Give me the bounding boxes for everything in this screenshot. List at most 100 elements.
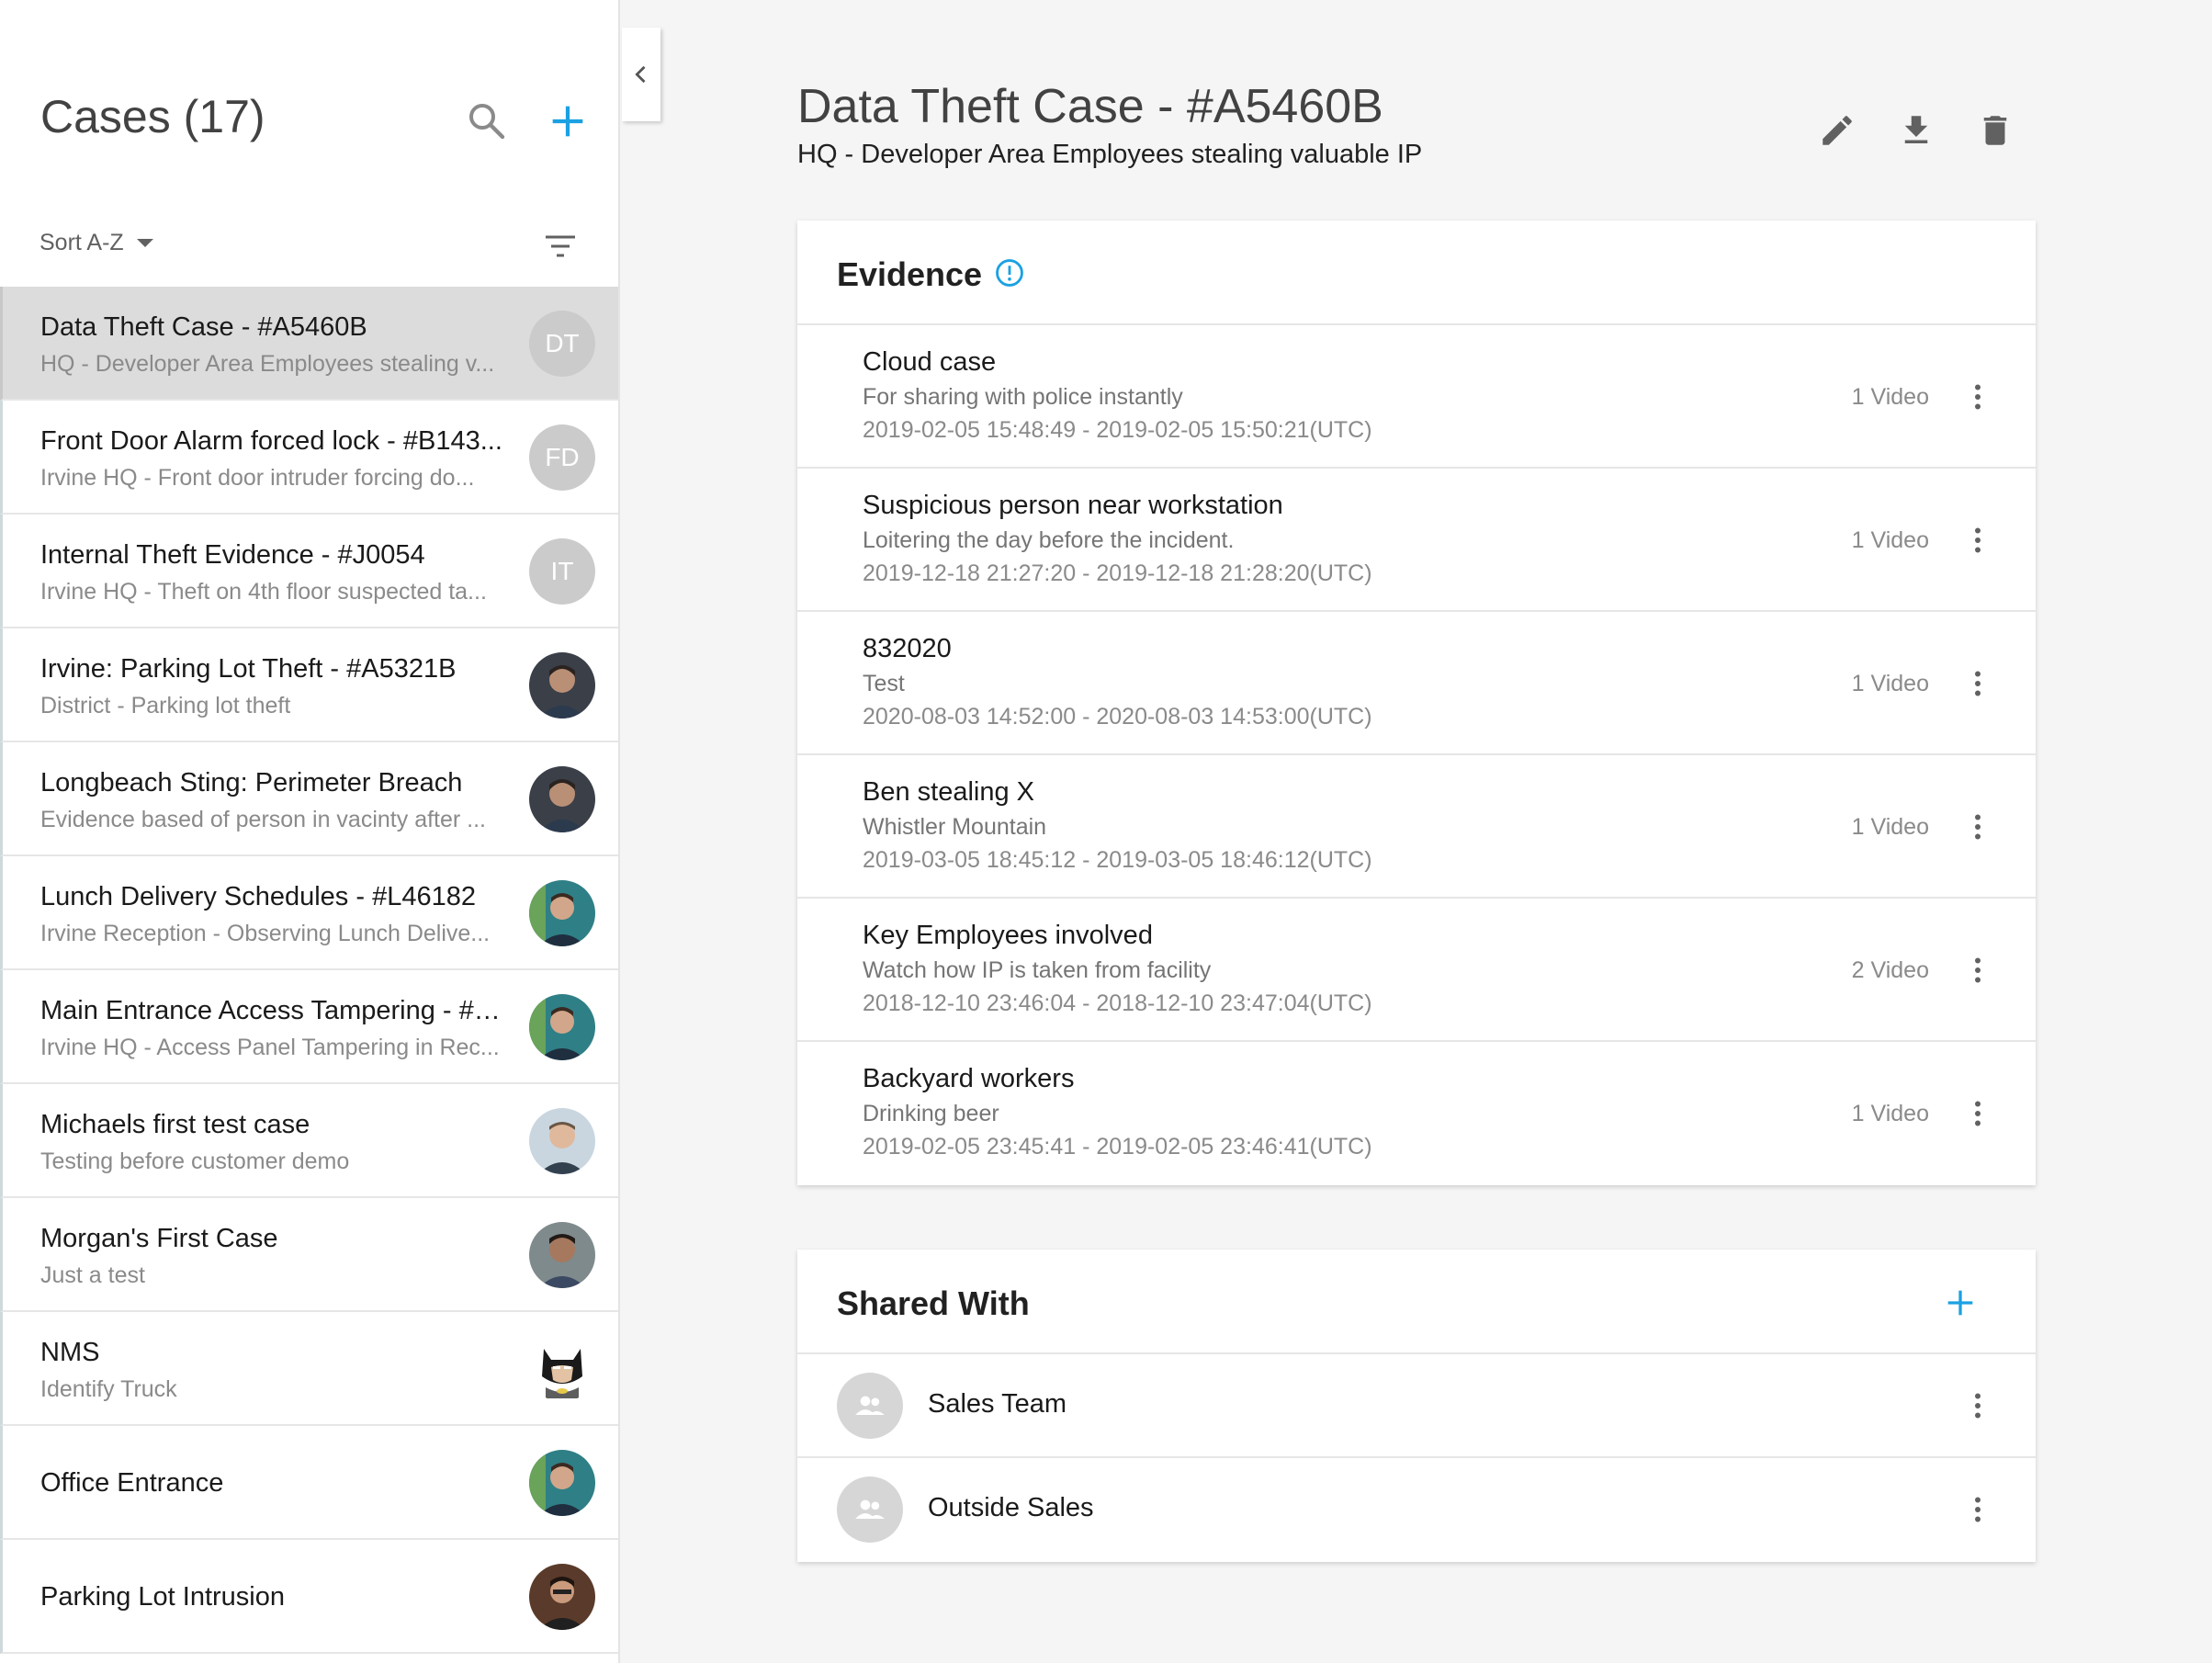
case-title: Michaels first test case: [40, 1110, 310, 1139]
shared-with-card: Shared With Sales Team Outside Sales: [797, 1250, 2036, 1562]
shared-group-item[interactable]: Outside Sales: [797, 1458, 2036, 1562]
evidence-timerange: 2019-03-05 18:45:12 - 2019-03-05 18:46:1…: [863, 847, 1372, 873]
evidence-timerange: 2019-12-18 21:27:20 - 2019-12-18 21:28:2…: [863, 560, 1372, 586]
case-item[interactable]: Office Entrance: [0, 1426, 618, 1540]
cases-title: Cases (17): [40, 91, 265, 142]
case-item[interactable]: Lunch Delivery Schedules - #L46182 Irvin…: [0, 856, 618, 970]
evidence-item[interactable]: Ben stealing X Whistler Mountain 2019-03…: [797, 755, 2036, 899]
avatar: FD: [529, 424, 595, 491]
batman-icon: [542, 1349, 582, 1398]
case-item[interactable]: Morgan's First Case Just a test: [0, 1198, 618, 1312]
avatar: [529, 652, 595, 718]
evidence-video-count: 1 Video: [1851, 527, 1929, 553]
evidence-title: Backyard workers: [863, 1064, 1075, 1093]
add-case-button[interactable]: [542, 96, 593, 147]
edit-button[interactable]: [1815, 108, 1859, 153]
group-icon: [837, 1476, 903, 1543]
more-options-button[interactable]: [1959, 522, 1996, 559]
case-item[interactable]: Data Theft Case - #A5460B HQ - Developer…: [0, 287, 618, 401]
evidence-title: 832020: [863, 634, 952, 663]
more-options-button[interactable]: [1959, 1491, 1996, 1528]
search-button[interactable]: [465, 99, 509, 143]
evidence-timerange: 2019-02-05 23:45:41 - 2019-02-05 23:46:4…: [863, 1134, 1372, 1160]
avatar: [529, 994, 595, 1060]
case-item[interactable]: Longbeach Sting: Perimeter Breach Eviden…: [0, 742, 618, 856]
more-vert-icon: [1975, 384, 1981, 410]
case-subtitle: Identify Truck: [40, 1376, 177, 1402]
evidence-item[interactable]: Key Employees involved Watch how IP is t…: [797, 899, 2036, 1042]
evidence-description: Watch how IP is taken from facility: [863, 957, 1212, 983]
more-options-button[interactable]: [1959, 1387, 1996, 1424]
add-share-button[interactable]: [1942, 1284, 1979, 1321]
cases-sidebar: Cases (17) Sort A-Z Data Theft Case - #A…: [0, 0, 620, 1663]
more-options-button[interactable]: [1959, 379, 1996, 415]
case-subtitle: Just a test: [40, 1262, 145, 1288]
case-title: Main Entrance Access Tampering - #A...: [40, 996, 509, 1025]
more-options-button[interactable]: [1959, 809, 1996, 845]
collapse-sidebar-button[interactable]: [622, 28, 660, 121]
filter-icon: [546, 235, 575, 257]
filter-button[interactable]: [542, 232, 579, 261]
evidence-description: Drinking beer: [863, 1101, 999, 1126]
delete-button[interactable]: [1973, 108, 2017, 153]
trash-icon: [1983, 116, 2007, 145]
more-options-button[interactable]: [1959, 665, 1996, 702]
case-title: Lunch Delivery Schedules - #L46182: [40, 882, 476, 911]
evidence-video-count: 1 Video: [1851, 671, 1929, 696]
case-subtitle: District - Parking lot theft: [40, 693, 291, 718]
avatar: [529, 1336, 595, 1402]
download-icon: [1904, 116, 1928, 143]
case-item[interactable]: Parking Lot Intrusion: [0, 1540, 618, 1654]
more-options-button[interactable]: [1959, 1095, 1996, 1132]
evidence-item[interactable]: Backyard workers Drinking beer 2019-02-0…: [797, 1042, 2036, 1185]
evidence-title: Ben stealing X: [863, 777, 1035, 807]
case-item[interactable]: NMS Identify Truck: [0, 1312, 618, 1426]
case-subtitle: Evidence based of person in vacinty afte…: [40, 807, 486, 832]
evidence-card: Evidence Cloud case For sharing with pol…: [797, 221, 2036, 1185]
case-list: Data Theft Case - #A5460B HQ - Developer…: [0, 287, 618, 1654]
case-item[interactable]: Front Door Alarm forced lock - #B143... …: [0, 401, 618, 515]
shared-group-name: Outside Sales: [928, 1493, 1094, 1522]
avatar: IT: [529, 538, 595, 605]
evidence-description: Test: [863, 671, 905, 696]
evidence-title: Key Employees involved: [863, 921, 1153, 950]
case-subtitle: Irvine HQ - Theft on 4th floor suspected…: [40, 579, 487, 605]
evidence-item[interactable]: 832020 Test 2020-08-03 14:52:00 - 2020-0…: [797, 612, 2036, 755]
case-title: Office Entrance: [40, 1468, 224, 1498]
download-button[interactable]: [1894, 108, 1938, 153]
shared-with-header: Shared With: [797, 1250, 2036, 1354]
avatar: [529, 880, 595, 946]
shared-group-item[interactable]: Sales Team: [797, 1354, 2036, 1458]
sidebar-header: Cases (17): [0, 0, 618, 211]
evidence-title: Suspicious person near workstation: [863, 491, 1283, 520]
chevron-left-icon: [635, 65, 646, 84]
page-title: Data Theft Case - #A5460B: [797, 80, 1383, 133]
case-item[interactable]: Main Entrance Access Tampering - #A... I…: [0, 970, 618, 1084]
search-icon: [469, 104, 505, 140]
group-icon: [837, 1373, 903, 1439]
evidence-description: Whistler Mountain: [863, 814, 1047, 840]
page-subtitle: HQ - Developer Area Employees stealing v…: [797, 140, 1423, 169]
sort-dropdown[interactable]: Sort A-Z: [40, 230, 153, 256]
case-title: Data Theft Case - #A5460B: [40, 312, 367, 342]
avatar: [529, 1108, 595, 1174]
more-options-button[interactable]: [1959, 952, 1996, 989]
more-vert-icon: [1975, 957, 1981, 983]
case-item[interactable]: Internal Theft Evidence - #J0054 Irvine …: [0, 515, 618, 628]
evidence-item[interactable]: Cloud case For sharing with police insta…: [797, 325, 2036, 469]
evidence-heading: Evidence: [837, 255, 983, 293]
case-subtitle: Irvine HQ - Access Panel Tampering in Re…: [40, 1035, 500, 1060]
avatar: [529, 766, 595, 832]
chevron-down-icon: [136, 239, 153, 247]
case-title: Irvine: Parking Lot Theft - #A5321B: [40, 654, 457, 684]
evidence-timerange: 2018-12-10 23:46:04 - 2018-12-10 23:47:0…: [863, 990, 1372, 1016]
more-vert-icon: [1975, 814, 1981, 840]
evidence-video-count: 1 Video: [1851, 1101, 1929, 1126]
case-title: Morgan's First Case: [40, 1224, 278, 1253]
case-item[interactable]: Irvine: Parking Lot Theft - #A5321B Dist…: [0, 628, 618, 742]
case-item[interactable]: Michaels first test case Testing before …: [0, 1084, 618, 1198]
evidence-item[interactable]: Suspicious person near workstation Loite…: [797, 469, 2036, 612]
info-icon[interactable]: [994, 257, 1025, 288]
evidence-description: Loitering the day before the incident.: [863, 527, 1235, 553]
case-title: Internal Theft Evidence - #J0054: [40, 540, 425, 570]
